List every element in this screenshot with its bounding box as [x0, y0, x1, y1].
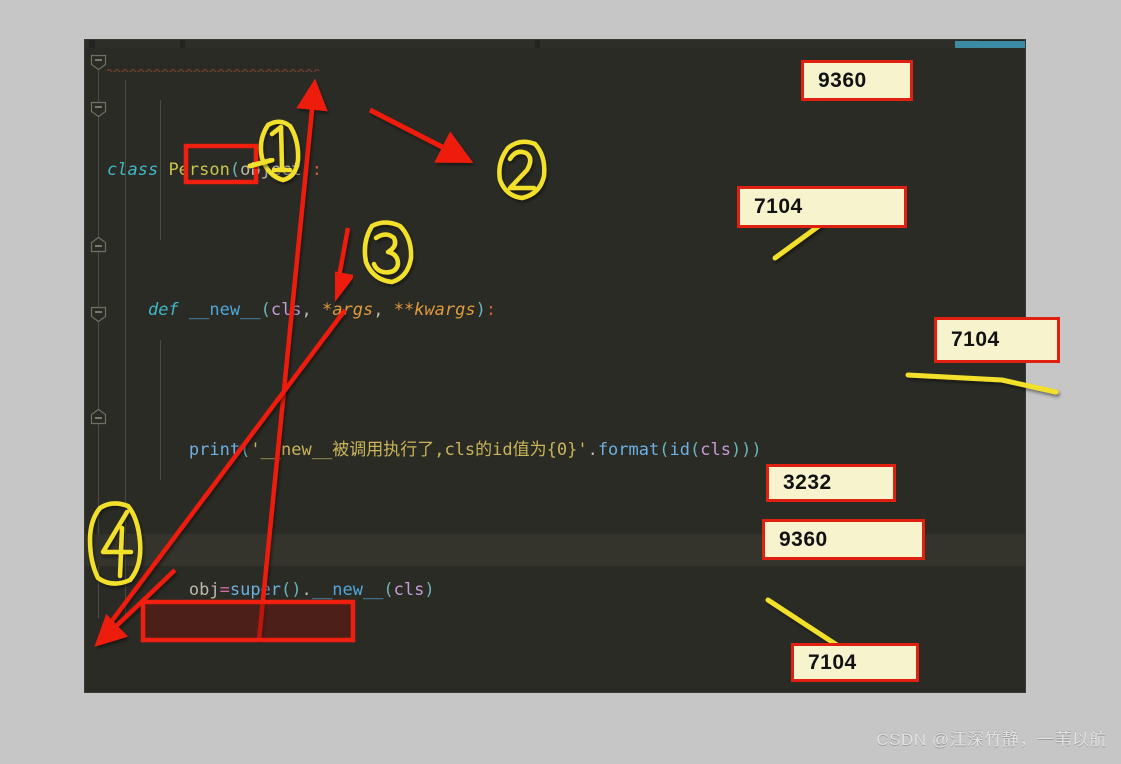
callout-object-id-value: 3232 — [783, 471, 832, 494]
callout-p1-id: 7104 — [791, 643, 919, 682]
callout-cls-id: 9360 — [801, 60, 913, 101]
code-editor[interactable]: class Person(object): def __new__(cls, *… — [85, 40, 1025, 692]
screenshot-root: class Person(object): def __new__(cls, *… — [0, 0, 1121, 764]
fold-marker-collapse-class[interactable] — [90, 54, 107, 71]
fold-marker-end-init[interactable] — [90, 408, 107, 425]
code-content[interactable]: class Person(object): def __new__(cls, *… — [107, 48, 1025, 692]
code-line-1[interactable]: class Person(object): — [107, 153, 1025, 188]
code-line-4[interactable]: obj=super().__new__(cls) — [107, 573, 1025, 608]
callout-self-id: 7104 — [934, 317, 1060, 363]
callout-cls-id-value: 9360 — [818, 68, 867, 92]
code-line-2[interactable]: def __new__(cls, *args, **kwargs): — [107, 293, 1025, 328]
callout-p1-id-value: 7104 — [808, 650, 857, 674]
code-line-3[interactable]: print('__new__被调用执行了,cls的id值为{0}'.format… — [107, 433, 1025, 468]
csdn-watermark: CSDN @江深竹静，一苇以航 — [876, 730, 1107, 749]
callout-obj-id-value: 7104 — [754, 195, 803, 218]
fold-marker-end-new[interactable] — [90, 236, 107, 253]
fold-marker-collapse-init[interactable] — [90, 306, 107, 323]
callout-person-id-value: 9360 — [779, 527, 828, 551]
callout-obj-id: 7104 — [737, 186, 907, 228]
fold-marker-collapse-new[interactable] — [90, 101, 107, 118]
callout-person-id: 9360 — [762, 519, 925, 560]
horizontal-scroll-indicator[interactable] — [955, 41, 1025, 48]
editor-top-strip — [85, 40, 1025, 48]
callout-self-id-value: 7104 — [951, 328, 1000, 351]
callout-object-id: 3232 — [766, 464, 896, 502]
